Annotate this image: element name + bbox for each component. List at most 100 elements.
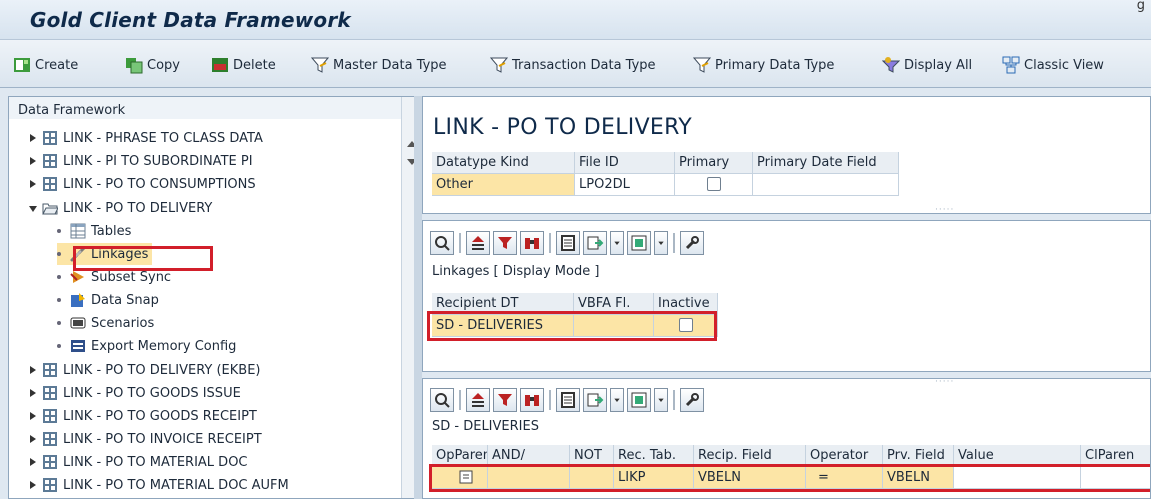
vbfa-cell[interactable] (574, 315, 654, 337)
tree-node-linkages[interactable]: Linkages (57, 243, 153, 265)
details-button[interactable] (430, 231, 454, 255)
tree-node-link-po-to-delivery[interactable]: LINK - PO TO DELIVERY (29, 197, 212, 219)
value-cell[interactable] (954, 467, 1081, 489)
export-button[interactable] (583, 388, 607, 412)
tree-node-label: LINK - PHRASE TO CLASS DATA (63, 130, 263, 146)
operator-cell[interactable]: = (806, 467, 883, 489)
copy-button[interactable]: Copy (125, 54, 180, 76)
window: Gold Client Data Framework g Create Copy… (0, 0, 1151, 499)
opparen-cell[interactable] (432, 467, 488, 489)
expand-triangle-icon[interactable] (29, 365, 37, 375)
tree-node-link-phrase-to-class-data[interactable]: LINK - PHRASE TO CLASS DATA (29, 127, 263, 149)
sort-button[interactable] (466, 388, 490, 412)
primary-cell (675, 174, 753, 196)
wrench-icon (685, 236, 699, 250)
expand-triangle-icon[interactable] (29, 480, 37, 490)
export-memory-icon (71, 340, 85, 352)
recipient-dt-cell[interactable]: SD - DELIVERIES (432, 315, 574, 337)
delete-button[interactable]: Delete (211, 54, 276, 76)
tree-node-link-po-to-invoice-receipt[interactable]: LINK - PO TO INVOICE RECEIPT (29, 428, 262, 450)
primary-date-field[interactable] (753, 174, 899, 196)
expand-triangle-icon[interactable] (29, 133, 37, 143)
resize-grip[interactable]: ····· (935, 379, 954, 387)
toolbar-separator (459, 390, 461, 410)
tree-node-link-po-to-delivery-ekbe[interactable]: LINK - PO TO DELIVERY (EKBE) (29, 359, 261, 381)
and-cell[interactable] (488, 467, 570, 489)
expand-triangle-icon[interactable] (29, 411, 37, 421)
tree-node-label: LINK - PO TO MATERIAL DOC AUFM (63, 477, 289, 493)
create-button[interactable]: Create (13, 54, 78, 76)
dropdown-icon (614, 241, 620, 245)
clparen-cell[interactable] (1081, 467, 1150, 489)
transaction-data-type-button[interactable]: Transaction Data Type (490, 54, 656, 76)
toolbar-separator (673, 233, 675, 253)
primary-data-type-button[interactable]: Primary Data Type (693, 54, 834, 76)
expand-triangle-icon[interactable] (29, 434, 37, 444)
tree-node-label: Tables (91, 223, 132, 239)
detail-row[interactable]: LIKP VBELN = VBELN (432, 467, 1150, 489)
title-bar: Gold Client Data Framework g (0, 0, 1151, 40)
filter-button[interactable] (493, 388, 517, 412)
tree-node-subset-sync[interactable]: Subset Sync (57, 266, 171, 288)
sort-icon (472, 236, 484, 250)
export-dropdown[interactable] (610, 388, 624, 412)
splitter[interactable] (414, 96, 422, 499)
not-cell[interactable] (570, 467, 614, 489)
file-id-field[interactable]: LPO2DL (575, 174, 675, 196)
layout-button[interactable] (627, 231, 651, 255)
resize-grip[interactable]: ····· (935, 205, 954, 213)
tree-node-link-po-to-goods-receipt[interactable]: LINK - PO TO GOODS RECEIPT (29, 405, 257, 427)
linkage-row[interactable]: SD - DELIVERIES (432, 315, 718, 337)
prv-field-cell[interactable]: VBELN (883, 467, 954, 489)
data-framework-tree-panel: Data Framework LINK - PHRASE TO CLASS DA… (8, 96, 422, 499)
tree-node-link-po-to-material-doc-aufm[interactable]: LINK - PO TO MATERIAL DOC AUFM (29, 474, 289, 496)
detail-caption: SD - DELIVERIES (432, 419, 539, 434)
find-button[interactable] (520, 231, 544, 255)
col-file-id: File ID (575, 152, 675, 174)
sort-button[interactable] (466, 231, 490, 255)
primary-data-type-label: Primary Data Type (715, 57, 835, 73)
find-button[interactable] (520, 388, 544, 412)
expand-triangle-icon[interactable] (29, 156, 37, 166)
recip-field-cell[interactable]: VBELN (694, 467, 806, 489)
create-icon (14, 58, 30, 72)
export-dropdown[interactable] (610, 231, 624, 255)
layout-dropdown[interactable] (654, 388, 668, 412)
export-button[interactable] (583, 231, 607, 255)
display-all-button[interactable]: Display All (882, 54, 972, 76)
tree-node-link-pi-to-subordinate-pi[interactable]: LINK - PI TO SUBORDINATE PI (29, 150, 253, 172)
rec-tab-cell[interactable]: LIKP (614, 467, 694, 489)
value-help-icon[interactable] (459, 470, 473, 484)
datatype-kind-field[interactable]: Other (432, 174, 575, 196)
expand-triangle-icon[interactable] (29, 388, 37, 398)
settings-button[interactable] (680, 388, 704, 412)
tree-node-data-snap[interactable]: Data Snap (57, 289, 159, 311)
tree-bullet (57, 344, 61, 348)
detail-grid-columns: OpParen AND/ NOT Rec. Tab. Recip. Field … (432, 445, 1150, 467)
expand-triangle-icon[interactable] (29, 457, 37, 467)
layout-dropdown[interactable] (654, 231, 668, 255)
filter-button[interactable] (493, 231, 517, 255)
master-data-type-button[interactable]: Master Data Type (311, 54, 447, 76)
tree-node-export-memory-config[interactable]: Export Memory Config (57, 335, 236, 357)
tree-node-scenarios[interactable]: Scenarios (57, 312, 154, 334)
tree-node-link-po-to-material-doc[interactable]: LINK - PO TO MATERIAL DOC (29, 451, 248, 473)
details-button[interactable] (430, 388, 454, 412)
expand-triangle-icon[interactable] (29, 179, 37, 189)
filter-icon (498, 394, 512, 406)
tree-node-link-po-to-consumptions[interactable]: LINK - PO TO CONSUMPTIONS (29, 173, 256, 195)
inactive-checkbox[interactable] (678, 318, 693, 332)
tree-node-tables[interactable]: Tables (57, 220, 131, 242)
settings-button[interactable] (680, 231, 704, 255)
print-preview-button[interactable] (556, 231, 580, 255)
tree-node-link-po-to-goods-issue[interactable]: LINK - PO TO GOODS ISSUE (29, 382, 241, 404)
primary-checkbox[interactable] (706, 177, 721, 191)
export-icon (587, 236, 604, 250)
collapse-triangle-icon[interactable] (29, 203, 37, 213)
details-icon (435, 236, 450, 251)
col-primary-date-field: Primary Date Field (753, 152, 899, 174)
print-preview-button[interactable] (556, 388, 580, 412)
layout-button[interactable] (627, 388, 651, 412)
tree-bullet (57, 298, 61, 302)
classic-view-button[interactable]: Classic View (1002, 54, 1104, 76)
